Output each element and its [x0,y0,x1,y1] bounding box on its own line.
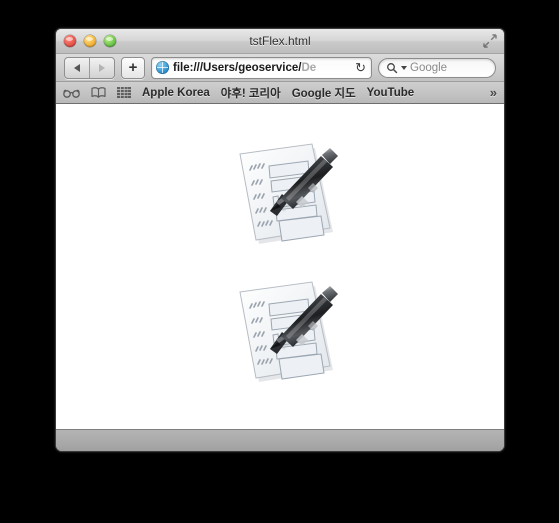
desktop-background: tstFlex.html + file:///Users/geoservice/… [0,0,559,523]
address-bar[interactable]: file:///Users/geoservice/De ↻ [151,56,372,79]
new-tab-button[interactable]: + [121,56,145,79]
bookmark-yahoo-korea[interactable]: 야후! 코리아 [221,85,281,101]
search-placeholder: Google [410,61,448,74]
browser-toolbar: + file:///Users/geoservice/De ↻ Google [56,54,504,82]
back-button[interactable] [65,58,89,78]
bookmarks-bar: Apple Korea 야후! 코리아 Google 지도 YouTube » [56,82,504,104]
page-title: tstFlex.html [249,34,311,48]
window-status-bar[interactable] [56,429,504,451]
fullscreen-arrows-icon[interactable] [483,34,497,48]
traffic-lights [64,35,116,47]
reload-button[interactable]: ↻ [355,61,367,74]
search-input[interactable]: Google [378,57,496,78]
bookmarks-overflow-button[interactable]: » [490,85,497,100]
form-with-pen-icon[interactable] [226,274,344,384]
reader-glasses-icon[interactable] [63,88,80,98]
top-sites-grid-icon[interactable] [117,87,131,98]
globe-icon [156,61,169,74]
back-arrow-icon [74,63,80,72]
close-button[interactable] [64,35,76,47]
address-bar-text: file:///Users/geoservice/De [173,62,351,74]
navigation-buttons [64,56,115,79]
bookmarks-book-icon[interactable] [91,87,106,98]
chevron-down-icon[interactable] [401,65,407,71]
url-truncated: De [301,61,317,74]
form-with-pen-icon[interactable] [226,136,344,246]
window-titlebar[interactable]: tstFlex.html [56,29,504,54]
page-content [56,104,504,430]
url-visible: file:///Users/geoservice/ [173,61,302,74]
zoom-button[interactable] [104,35,116,47]
bookmark-apple-korea[interactable]: Apple Korea [142,87,210,99]
search-icon [387,62,398,73]
safari-browser-window: tstFlex.html + file:///Users/geoservice/… [55,28,505,452]
bookmark-youtube[interactable]: YouTube [367,87,414,99]
bookmark-google-maps[interactable]: Google 지도 [292,85,356,101]
forward-arrow-icon [99,63,105,72]
minimize-button[interactable] [84,35,96,47]
forward-button[interactable] [89,57,114,78]
